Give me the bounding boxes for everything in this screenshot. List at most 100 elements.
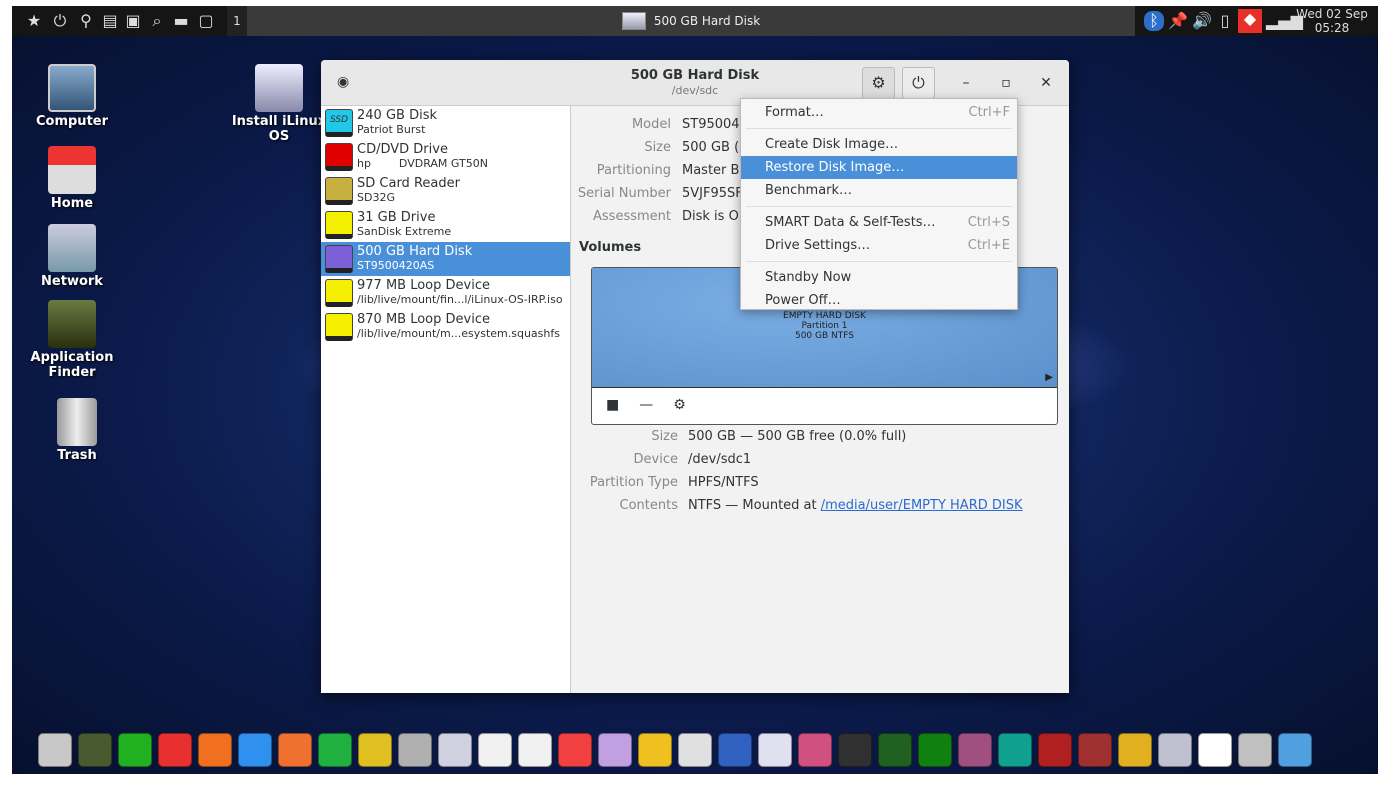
menu-item[interactable]: Power Off… <box>741 289 1017 312</box>
wps-writer-icon[interactable] <box>238 732 272 767</box>
drive-item[interactable]: SD Card Reader SD32G <box>321 174 570 208</box>
power-icon[interactable] <box>1198 732 1232 767</box>
label: Application Finder <box>30 350 114 380</box>
menu-item[interactable]: Benchmark… <box>741 179 1017 202</box>
desktop-icon-network[interactable]: Network <box>22 224 122 289</box>
system-monitor-icon[interactable] <box>878 732 912 767</box>
maximize-button[interactable]: ▫ <box>992 70 1020 96</box>
workspace-switcher[interactable]: 1 <box>227 6 247 36</box>
binoculars-icon[interactable] <box>78 732 112 767</box>
info-key: Device <box>633 452 678 467</box>
info-value: HPFS/NTFS <box>688 475 759 490</box>
clock-time: 05:28 <box>1314 21 1350 35</box>
sync-icon[interactable] <box>798 732 832 767</box>
unmount-button[interactable]: ■ <box>606 397 619 413</box>
menu-item[interactable]: Restore Disk Image… <box>741 156 1017 179</box>
minimize-button[interactable]: – <box>952 70 980 96</box>
drive-item[interactable]: SSD 240 GB Disk Patriot Burst <box>321 106 570 140</box>
installer-icon[interactable] <box>718 732 752 767</box>
bluetooth-icon[interactable]: ᛒ <box>1144 11 1164 31</box>
menu-item-label: Restore Disk Image… <box>765 160 905 175</box>
firefox-icon[interactable] <box>198 732 232 767</box>
window-icon[interactable]: ▢ <box>196 11 216 31</box>
drive-options-button[interactable]: ⚙ <box>862 67 895 99</box>
menu-item[interactable]: SMART Data & Self-Tests… Ctrl+S <box>741 211 1017 234</box>
drive-name: 977 MB Loop Device <box>357 278 490 293</box>
health-monitor-icon[interactable] <box>558 732 592 767</box>
folder-icon[interactable]: ▬ <box>171 11 191 31</box>
drive-name: 870 MB Loop Device <box>357 312 490 327</box>
menu-item[interactable]: Create Disk Image… <box>741 133 1017 156</box>
delete-partition-button[interactable]: — <box>639 397 653 413</box>
terminal-red-icon[interactable] <box>1038 732 1072 767</box>
menu-item-label: SMART Data & Self-Tests… <box>765 215 936 230</box>
drive-item[interactable]: CD/DVD Drive hp DVDRAM GT50N <box>321 140 570 174</box>
close-button[interactable]: ✕ <box>1032 70 1060 96</box>
desktop-icon[interactable] <box>1278 732 1312 767</box>
info-key: Size <box>644 140 671 155</box>
pipe-icon[interactable] <box>118 732 152 767</box>
power-off-button[interactable]: ⏻ <box>902 67 935 99</box>
menu-item[interactable]: Drive Settings… Ctrl+E <box>741 234 1017 257</box>
color-picker-icon[interactable] <box>598 732 632 767</box>
star-icon[interactable]: ★ <box>24 11 44 31</box>
menu-item-label: Create Disk Image… <box>765 137 899 152</box>
wps-spreadsheet-icon[interactable] <box>318 732 352 767</box>
wps-presentation-icon[interactable] <box>278 732 312 767</box>
info-value: /dev/sdc1 <box>688 452 751 467</box>
terminal-icon[interactable] <box>1078 732 1112 767</box>
radar-icon[interactable] <box>918 732 952 767</box>
screenshot-icon[interactable] <box>398 732 432 767</box>
info-row: AssessmentDisk is OK (28° C / 82° F) <box>572 209 845 225</box>
battery-icon[interactable]: ▯ <box>1215 11 1235 31</box>
disk-utility-icon[interactable]: ▣ <box>123 11 143 31</box>
task-title: 500 GB Hard Disk <box>653 14 761 28</box>
search-icon[interactable]: ⌕ <box>147 11 167 31</box>
disk-usage-icon[interactable] <box>518 732 552 767</box>
desktop-icon-app-finder[interactable]: Application Finder <box>22 300 122 380</box>
trash-icon[interactable] <box>1238 732 1272 767</box>
partition-options-button[interactable]: ⚙ <box>673 397 686 413</box>
drive-detail: ST9500420AS <box>357 259 435 272</box>
compass-icon[interactable] <box>438 732 472 767</box>
installer-star-icon[interactable] <box>758 732 792 767</box>
signal-icon[interactable]: ▂▄▆ <box>1266 11 1303 31</box>
drive-item[interactable]: 870 MB Loop Device/lib/live/mount/m...es… <box>321 310 570 344</box>
runner-icon[interactable] <box>998 732 1032 767</box>
top-panel: ★ ⏻ ⚲ ▤ ▣ ⌕ ▬ ▢ 1 500 GB Hard Disk ᛒ 📌 🔊… <box>12 6 1378 36</box>
usb-disc-icon[interactable] <box>1158 732 1192 767</box>
drive-item[interactable]: 500 GB Hard Disk ST9500420AS <box>321 242 570 276</box>
desktop-icon-computer[interactable]: Computer <box>22 64 122 129</box>
menu-item[interactable]: Standby Now <box>741 266 1017 289</box>
teapot-icon[interactable] <box>358 732 392 767</box>
drive-icon <box>325 313 353 341</box>
scanner-icon[interactable] <box>838 732 872 767</box>
magnifier-icon[interactable] <box>638 732 672 767</box>
volume-icon[interactable]: 🔊 <box>1192 11 1212 31</box>
info-key: Serial Number <box>577 186 671 201</box>
power-icon[interactable]: ⏻ <box>50 11 70 31</box>
menu-item[interactable]: Format… Ctrl+F <box>741 101 1017 124</box>
drive-detail: SanDisk Extreme <box>357 225 452 238</box>
download-drive-icon[interactable] <box>678 732 712 767</box>
desktop-icon-trash[interactable]: Trash <box>27 398 127 463</box>
menu-separator <box>746 261 1012 262</box>
mount-point-link[interactable]: /media/user/EMPTY HARD DISK <box>821 498 1023 513</box>
ssd-badge: SSD <box>329 115 349 125</box>
desktop-icon-install[interactable]: Install iLinux OS <box>229 64 329 144</box>
file-cabinet-icon[interactable] <box>38 732 72 767</box>
trash-icon <box>57 398 97 446</box>
taskbar-button[interactable]: 500 GB Hard Disk <box>247 6 1135 36</box>
drive-icon[interactable]: ▤ <box>100 11 120 31</box>
lock-icon[interactable] <box>1118 732 1152 767</box>
drive-item[interactable]: 31 GB Drive SanDisk Extreme <box>321 208 570 242</box>
anydesk-icon[interactable] <box>158 732 192 767</box>
binoculars-icon[interactable]: ⚲ <box>76 11 96 31</box>
tools-icon[interactable] <box>478 732 512 767</box>
clock[interactable]: Wed 02 Sep 05:28 <box>1292 7 1372 35</box>
drive-item[interactable]: 977 MB Loop Device/lib/live/mount/fin...… <box>321 276 570 310</box>
anydesk-icon[interactable]: ◆ <box>1238 9 1262 33</box>
pin-icon[interactable]: 📌 <box>1168 11 1188 31</box>
image-viewer-icon[interactable] <box>958 732 992 767</box>
desktop-icon-home[interactable]: Home <box>22 146 122 211</box>
